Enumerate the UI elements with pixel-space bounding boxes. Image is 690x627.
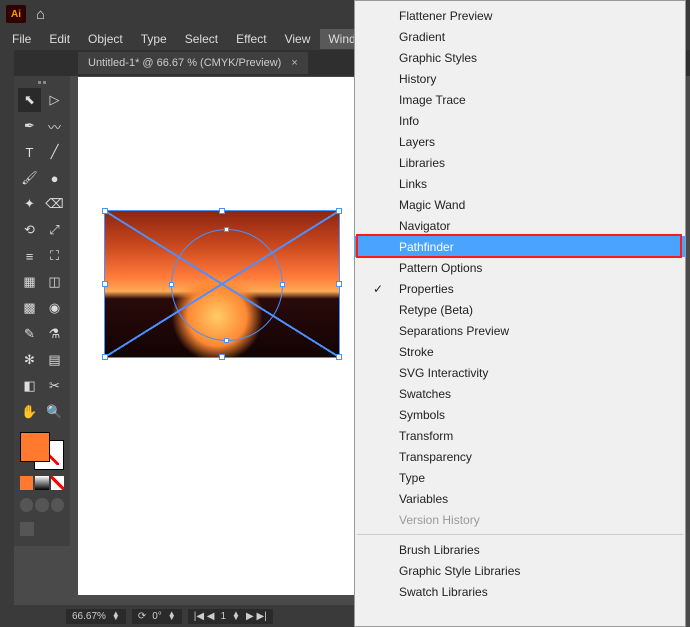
menu-item-graphic-style-libraries[interactable]: Graphic Style Libraries (355, 560, 685, 581)
tool-mesh[interactable]: ▩ (18, 296, 41, 320)
tool-eraser[interactable]: ⌫ (43, 192, 66, 216)
draw-mode-icon[interactable] (20, 498, 33, 512)
menu-edit[interactable]: Edit (41, 29, 78, 49)
tool-rotate[interactable]: ⟲ (18, 218, 41, 242)
menu-item-type[interactable]: Type (355, 467, 685, 488)
rotate-field[interactable]: ⟳0°▲▼ (132, 609, 182, 624)
zoom-field[interactable]: 66.67%▲▼ (66, 609, 126, 624)
color-swatch-block (18, 430, 66, 538)
menu-item-magic-wand[interactable]: Magic Wand (355, 194, 685, 215)
tool-brush[interactable]: 🖌 (18, 166, 41, 190)
tool-width[interactable]: ≡ (18, 244, 41, 268)
menu-item-graphic-styles[interactable]: Graphic Styles (355, 47, 685, 68)
menu-item-image-trace[interactable]: Image Trace (355, 89, 685, 110)
menu-item-libraries[interactable]: Libraries (355, 152, 685, 173)
tool-blend[interactable]: ⚗ (43, 322, 66, 346)
menu-item-swatches[interactable]: Swatches (355, 383, 685, 404)
tool-type[interactable]: T (18, 140, 41, 164)
tool-hand[interactable]: ✋ (18, 400, 41, 424)
menu-item-properties[interactable]: Properties (355, 278, 685, 299)
menu-item-transparency[interactable]: Transparency (355, 446, 685, 467)
tool-blob-brush[interactable]: ● (43, 166, 66, 190)
menu-item-stroke[interactable]: Stroke (355, 341, 685, 362)
menu-item-variables[interactable]: Variables (355, 488, 685, 509)
tool-curvature[interactable]: 〰 (43, 114, 66, 138)
menu-item-pattern-options[interactable]: Pattern Options (355, 257, 685, 278)
menu-item-symbols[interactable]: Symbols (355, 404, 685, 425)
tool-graph[interactable]: ▤ (43, 348, 66, 372)
tool-panel: ⬉▷✒〰T╱🖌●✦⌫⟲⤢≡⛶▦◫▩◉✎⚗✻▤◧✂✋🔍 (14, 76, 70, 546)
menu-item-svg-interactivity[interactable]: SVG Interactivity (355, 362, 685, 383)
menu-item-info[interactable]: Info (355, 110, 685, 131)
home-icon[interactable]: ⌂ (36, 6, 45, 23)
menu-item-brush-libraries[interactable]: Brush Libraries (355, 539, 685, 560)
tool-artboard[interactable]: ◧ (18, 374, 41, 398)
window-menu-dropdown: Flattener PreviewGradientGraphic StylesH… (354, 0, 686, 627)
tool-perspective[interactable]: ◫ (43, 270, 66, 294)
menu-type[interactable]: Type (133, 29, 175, 49)
menu-item-separations-preview[interactable]: Separations Preview (355, 320, 685, 341)
menu-item-flattener-preview[interactable]: Flattener Preview (355, 5, 685, 26)
menu-item-gradient[interactable]: Gradient (355, 26, 685, 47)
menu-select[interactable]: Select (177, 29, 226, 49)
menu-effect[interactable]: Effect (228, 29, 274, 49)
screen-mode-icon[interactable] (20, 522, 34, 536)
ellipse-path[interactable] (171, 229, 283, 341)
draw-mode-icon[interactable] (35, 498, 48, 512)
menu-item-version-history: Version History (355, 509, 685, 530)
menu-item-links[interactable]: Links (355, 173, 685, 194)
tool-direct-selection[interactable]: ▷ (43, 88, 66, 112)
gradient-mode-icon[interactable] (35, 476, 48, 490)
app-logo-icon: Ai (6, 5, 26, 23)
menu-item-pathfinder[interactable]: Pathfinder (355, 236, 685, 257)
menu-view[interactable]: View (277, 29, 319, 49)
menu-item-transform[interactable]: Transform (355, 425, 685, 446)
tool-symbol-sprayer[interactable]: ✻ (18, 348, 41, 372)
color-mode-icon[interactable] (20, 476, 33, 490)
menu-item-history[interactable]: History (355, 68, 685, 89)
menu-item-swatch-libraries[interactable]: Swatch Libraries (355, 581, 685, 602)
menu-item-retype-beta-[interactable]: Retype (Beta) (355, 299, 685, 320)
tool-shaper[interactable]: ✦ (18, 192, 41, 216)
draw-mode-icon[interactable] (51, 498, 64, 512)
canvas[interactable] (78, 77, 354, 595)
tool-gradient[interactable]: ◉ (43, 296, 66, 320)
tool-shape-builder[interactable]: ▦ (18, 270, 41, 294)
tool-free-transform[interactable]: ⛶ (43, 244, 66, 268)
menu-item-layers[interactable]: Layers (355, 131, 685, 152)
menu-item-navigator[interactable]: Navigator (355, 215, 685, 236)
tool-pen[interactable]: ✒ (18, 114, 41, 138)
artboard-nav[interactable]: |◀ ◀1▲▼▶ ▶| (188, 609, 273, 624)
tool-line[interactable]: ╱ (43, 140, 66, 164)
none-mode-icon[interactable] (51, 476, 64, 490)
tab-label: Untitled-1* @ 66.67 % (CMYK/Preview) (88, 57, 281, 69)
tool-zoom[interactable]: 🔍 (43, 400, 66, 424)
status-bar: 66.67%▲▼ ⟳0°▲▼ |◀ ◀1▲▼▶ ▶| (0, 605, 354, 627)
tool-slice[interactable]: ✂ (43, 374, 66, 398)
document-tab[interactable]: Untitled-1* @ 66.67 % (CMYK/Preview) × (78, 52, 308, 74)
menu-object[interactable]: Object (80, 29, 131, 49)
tool-selection[interactable]: ⬉ (18, 88, 41, 112)
close-icon[interactable]: × (291, 57, 297, 69)
menu-file[interactable]: File (4, 29, 39, 49)
panel-gutter (0, 50, 14, 610)
fill-swatch[interactable] (20, 432, 50, 462)
menu-separator (357, 534, 683, 535)
panel-grip[interactable] (18, 78, 66, 86)
tool-scale[interactable]: ⤢ (43, 218, 66, 242)
tool-eyedropper[interactable]: ✎ (18, 322, 41, 346)
